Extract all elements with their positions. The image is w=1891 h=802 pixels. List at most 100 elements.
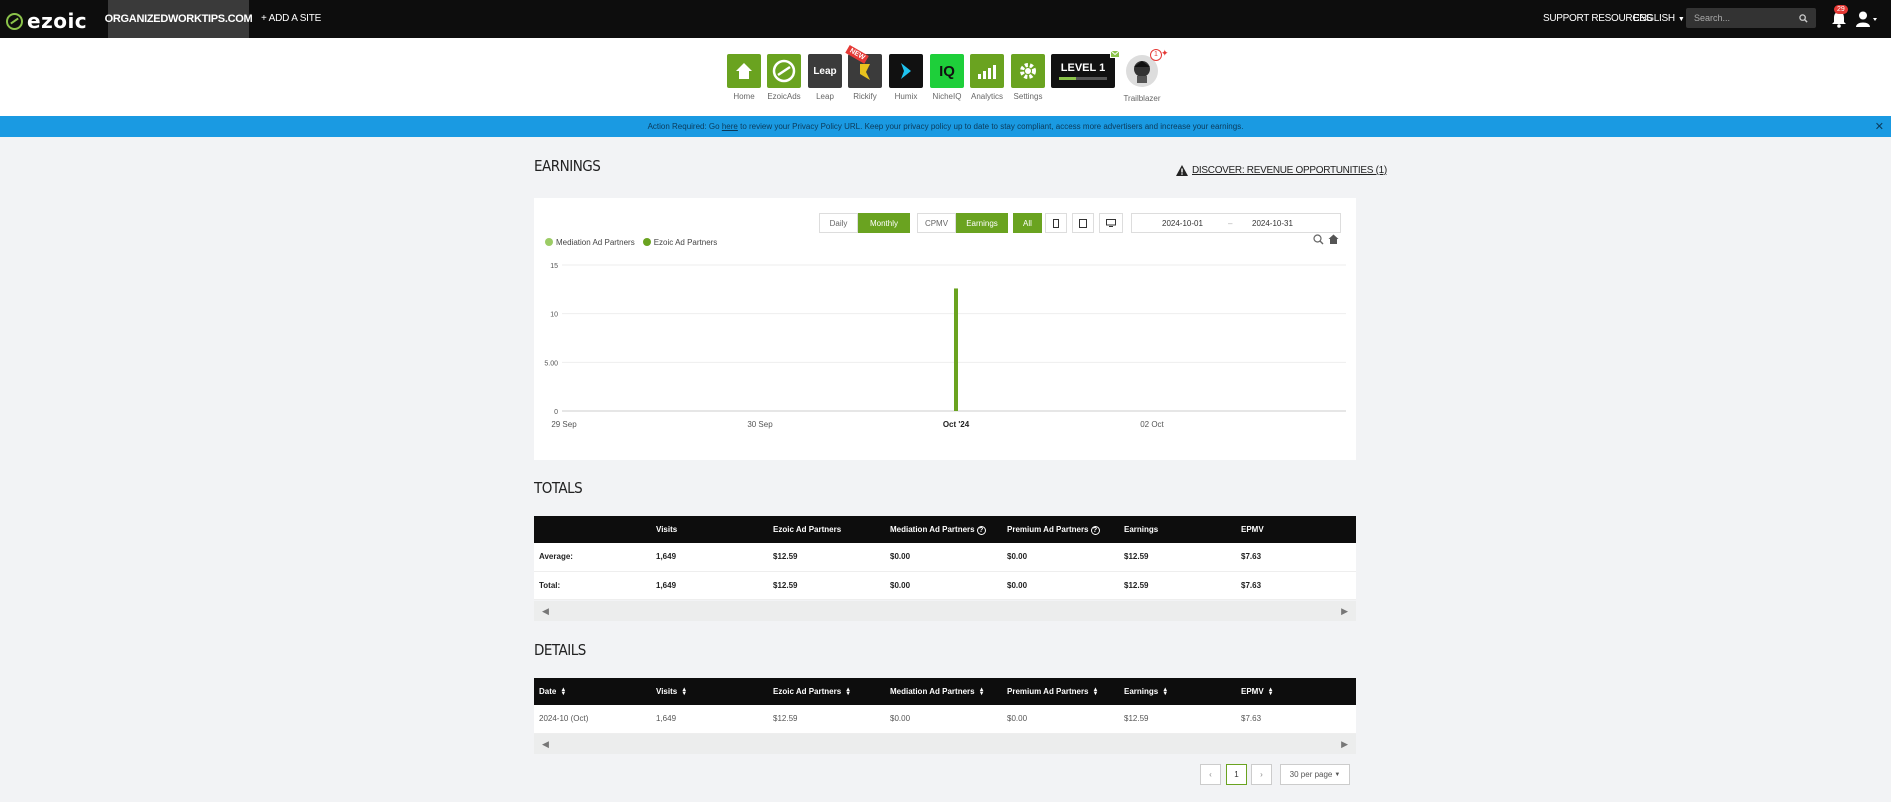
- sort-icon[interactable]: ▲ ▼: [979, 687, 985, 697]
- app-rickify[interactable]: NEW Rickify: [845, 45, 882, 101]
- discover-revenue-link[interactable]: DISCOVER: REVENUE OPPORTUNITIES (1): [1176, 165, 1387, 176]
- sort-icon[interactable]: ▲ ▼: [845, 687, 851, 697]
- date-range-picker[interactable]: 2024-10-01 – 2024-10-31: [1131, 213, 1341, 233]
- trailblazer-app[interactable]: Trailblazer 1 ✦: [1123, 48, 1168, 103]
- table-cell: Average:: [534, 543, 651, 572]
- sort-icon[interactable]: ▲ ▼: [1162, 687, 1168, 697]
- column-header-label: Date: [539, 687, 557, 696]
- column-header: Visits: [651, 516, 768, 543]
- table-cell: $12.59: [768, 543, 885, 572]
- app-ezoicads[interactable]: EzoicAds: [767, 54, 801, 101]
- earnings-title: EARNINGS: [534, 157, 601, 175]
- table-cell: $0.00: [1002, 705, 1119, 734]
- app-analytics[interactable]: Analytics: [970, 54, 1004, 101]
- legend-item-mediation[interactable]: Mediation Ad Partners: [545, 238, 635, 247]
- page-1-button[interactable]: 1: [1226, 764, 1247, 785]
- sparkle-icon: ✦: [1161, 48, 1169, 58]
- column-header-label: EPMV: [1241, 525, 1264, 534]
- app-label: Settings: [1013, 92, 1043, 101]
- column-header[interactable]: Earnings ▲ ▼: [1119, 678, 1236, 705]
- reset-zoom-home-icon[interactable]: [1328, 234, 1339, 245]
- add-site-link[interactable]: + ADD A SITE: [261, 13, 321, 24]
- column-header-label: Premium Ad Partners: [1007, 687, 1089, 696]
- search-input[interactable]: [1694, 13, 1794, 23]
- table-cell: $0.00: [885, 543, 1002, 572]
- nicheiq-icon: IQ: [930, 54, 964, 88]
- legend-dot: [642, 238, 651, 246]
- monthly-button[interactable]: Monthly: [858, 213, 910, 233]
- column-header: Mediation Ad Partners?: [885, 516, 1002, 543]
- desktop-icon: [1106, 219, 1116, 227]
- prev-page-button[interactable]: ‹: [1200, 764, 1221, 785]
- per-page-select[interactable]: 30 per page ▼: [1280, 764, 1350, 785]
- column-header-label: Mediation Ad Partners: [890, 687, 975, 696]
- site-selector[interactable]: ORGANIZEDWORKTIPS.COM: [105, 0, 253, 38]
- ezoic-logo[interactable]: ezoic: [6, 9, 87, 33]
- app-nicheiq[interactable]: IQ NicheIQ: [930, 54, 964, 101]
- legend-label: Ezoic Ad Partners: [653, 238, 718, 247]
- privacy-alert-banner: Action Required: Go here to review your …: [0, 116, 1891, 137]
- alert-here-link[interactable]: here: [722, 122, 738, 131]
- column-header-label: Ezoic Ad Partners: [773, 525, 842, 534]
- help-icon[interactable]: ?: [976, 525, 986, 535]
- column-header: [534, 516, 651, 543]
- language-label: ENGLISH: [1633, 13, 1675, 24]
- desktop-device-button[interactable]: [1099, 213, 1123, 233]
- scroll-right-icon[interactable]: ▶: [1341, 606, 1348, 617]
- column-header[interactable]: Ezoic Ad Partners ▲ ▼: [768, 678, 885, 705]
- app-humix[interactable]: Humix: [889, 54, 923, 101]
- column-header[interactable]: Visits ▲ ▼: [651, 678, 768, 705]
- logo-text: ezoic: [27, 9, 88, 33]
- x-tick-label: 02 Oct: [1140, 420, 1164, 429]
- search-icon[interactable]: [1799, 13, 1808, 23]
- table-cell: $12.59: [1119, 543, 1236, 572]
- app-leap[interactable]: Leap Leap: [808, 54, 842, 101]
- top-navbar: ezoic ORGANIZEDWORKTIPS.COM + ADD A SITE…: [0, 0, 1891, 38]
- envelope-icon[interactable]: [1110, 50, 1120, 58]
- cpmv-button[interactable]: CPMV: [917, 213, 956, 233]
- column-header[interactable]: EPMV ▲ ▼: [1236, 678, 1356, 705]
- user-icon[interactable]: [1856, 11, 1878, 27]
- caret-down-icon: ▼: [1677, 16, 1685, 23]
- zoom-icon[interactable]: [1313, 234, 1324, 245]
- sort-icon[interactable]: ▲ ▼: [1268, 687, 1274, 697]
- legend-item-ezoic[interactable]: Ezoic Ad Partners: [642, 238, 718, 247]
- close-icon[interactable]: ✕: [1875, 120, 1884, 133]
- app-home[interactable]: Home: [727, 54, 761, 101]
- date-to[interactable]: 2024-10-31: [1252, 219, 1293, 228]
- table-cell: $0.00: [885, 571, 1002, 600]
- column-header[interactable]: Mediation Ad Partners ▲ ▼: [885, 678, 1002, 705]
- app-settings[interactable]: Settings: [1011, 54, 1045, 101]
- daily-button[interactable]: Daily: [819, 213, 858, 233]
- legend-dot: [545, 238, 553, 246]
- language-dropdown[interactable]: ENGLISH ▼: [1633, 13, 1685, 24]
- sort-icon[interactable]: ▲ ▼: [1093, 687, 1099, 697]
- y-tick-label: 5.00: [544, 360, 558, 367]
- date-from[interactable]: 2024-10-01: [1162, 219, 1203, 228]
- totals-horizontal-scrollbar[interactable]: ◀ ▶: [534, 601, 1356, 621]
- column-header[interactable]: Date ▲ ▼: [534, 678, 651, 705]
- details-horizontal-scrollbar[interactable]: ◀ ▶: [534, 734, 1356, 754]
- level-badge[interactable]: LEVEL 1: [1051, 54, 1115, 88]
- date-separator: –: [1228, 219, 1233, 228]
- all-devices-button[interactable]: All: [1013, 213, 1042, 233]
- scroll-right-icon[interactable]: ▶: [1341, 739, 1348, 750]
- next-page-button[interactable]: ›: [1251, 764, 1272, 785]
- table-cell: 1,649: [651, 705, 768, 734]
- earnings-button[interactable]: Earnings: [956, 213, 1008, 233]
- discover-label: DISCOVER: REVENUE OPPORTUNITIES (1): [1192, 165, 1387, 176]
- tablet-device-button[interactable]: [1072, 213, 1094, 233]
- chart-legend: Mediation Ad Partners Ezoic Ad Partners: [545, 238, 717, 247]
- ezoic-logo-icon: [6, 12, 23, 30]
- column-header[interactable]: Premium Ad Partners ▲ ▼: [1002, 678, 1119, 705]
- totals-table: Visits Ezoic Ad Partners Mediation Ad Part…: [534, 516, 1356, 600]
- sort-icon[interactable]: ▲ ▼: [560, 687, 566, 697]
- scroll-left-icon[interactable]: ◀: [542, 606, 549, 617]
- scroll-left-icon[interactable]: ◀: [542, 739, 549, 750]
- search-box[interactable]: [1686, 8, 1816, 28]
- help-icon[interactable]: ?: [1090, 525, 1100, 535]
- sort-icon[interactable]: ▲ ▼: [681, 687, 687, 697]
- alert-text-suffix: to review your Privacy Policy URL. Keep …: [740, 122, 1244, 131]
- alert-text-prefix: Action Required: Go: [647, 122, 720, 131]
- mobile-device-button[interactable]: [1045, 213, 1067, 233]
